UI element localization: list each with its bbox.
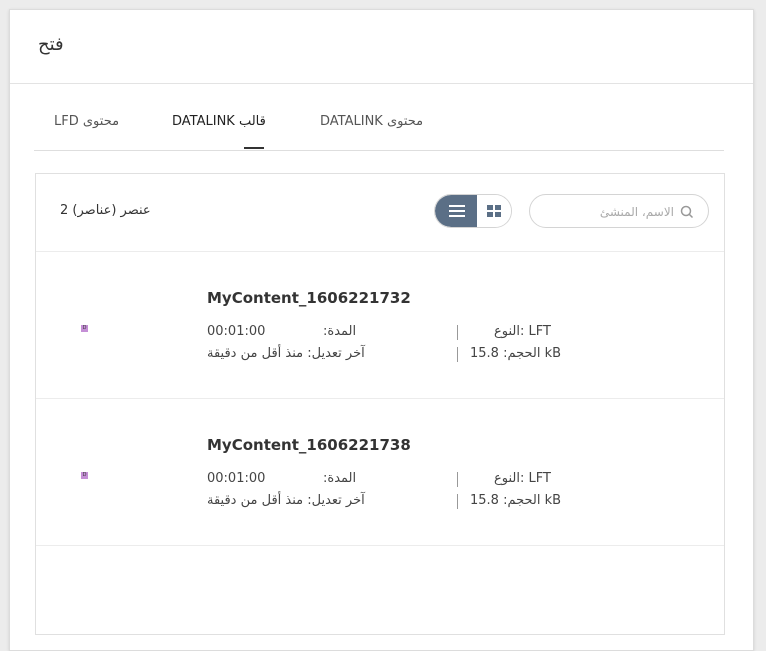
content-thumbnail: D [81, 325, 88, 332]
tab-lfd-content[interactable]: LFD محتوى [54, 114, 119, 129]
content-list-panel: عنصر (عناصر) 2 الاسم، المنشئ D MyContent… [35, 173, 725, 635]
item-size: kB الحجم: 15.8 [470, 493, 562, 508]
meta-separator [457, 347, 458, 362]
search-input[interactable] [542, 202, 676, 222]
duration-label: المدة: [323, 324, 357, 339]
list-icon [449, 205, 465, 217]
list-item[interactable]: D MyContent_1606221732 00:01:00 المدة: آ… [36, 252, 724, 399]
item-name: MyContent_1606221732 [207, 289, 411, 307]
dialog-title: فتح [38, 34, 64, 55]
meta-separator [457, 325, 458, 340]
duration-value: 00:01:00 [207, 471, 266, 486]
tab-datalink-content[interactable]: DATALINK محتوى [320, 114, 423, 129]
dialog-header: فتح [10, 10, 753, 84]
item-name: MyContent_1606221738 [207, 436, 411, 454]
search-icon[interactable] [679, 204, 695, 220]
meta-separator [457, 472, 458, 487]
view-mode-toggle [434, 194, 512, 228]
content-thumbnail: D [81, 472, 88, 479]
item-count: عنصر (عناصر) 2 [60, 203, 151, 218]
item-type: LFT :النوع [494, 324, 551, 339]
list-item[interactable]: D MyContent_1606221738 00:01:00 المدة: آ… [36, 399, 724, 546]
content-tabs: LFD محتوى DATALINK قالب DATALINK محتوى [34, 110, 724, 151]
list-toolbar: عنصر (عناصر) 2 [36, 174, 724, 252]
tab-datalink-template[interactable]: DATALINK قالب [172, 114, 266, 129]
active-tab-indicator [244, 147, 264, 149]
grid-icon [487, 205, 501, 217]
search-box [529, 194, 709, 228]
duration-value: 00:01:00 [207, 324, 266, 339]
list-view-button[interactable] [435, 195, 477, 227]
meta-separator [457, 494, 458, 509]
item-size: kB الحجم: 15.8 [470, 346, 562, 361]
duration-label: المدة: [323, 471, 357, 486]
item-type: LFT :النوع [494, 471, 551, 486]
grid-view-button[interactable] [477, 195, 511, 227]
modified-time: آخر تعديل: منذ أقل من دقيقة [207, 346, 365, 361]
modified-time: آخر تعديل: منذ أقل من دقيقة [207, 493, 365, 508]
